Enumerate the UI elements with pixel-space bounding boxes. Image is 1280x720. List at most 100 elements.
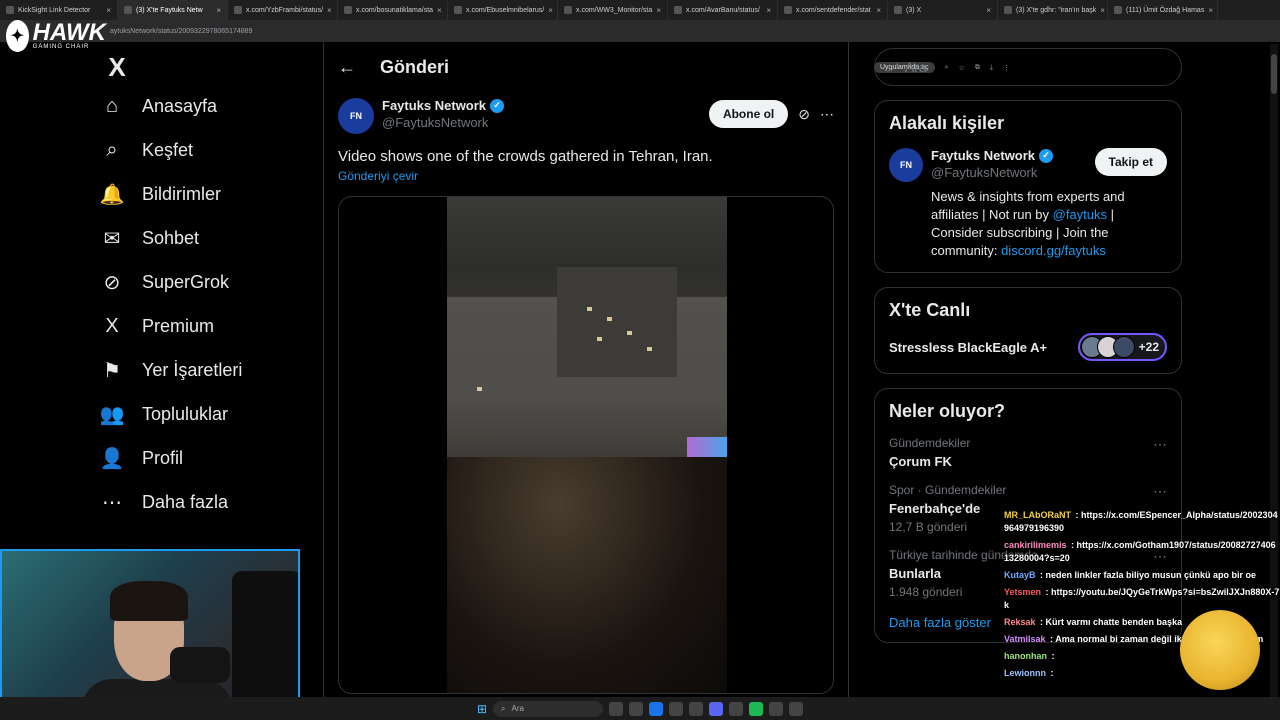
browser-tab[interactable]: (3) X × [888,0,998,20]
scrollbar-thumb[interactable] [1271,54,1277,94]
trend-topic[interactable]: Çorum FK [889,454,1167,469]
browser-tab[interactable]: x.com/sentdefender/stat × [778,0,888,20]
live-space-name[interactable]: Stressless BlackEagle A+ [889,340,1047,355]
nav-item-keşfet[interactable]: ⌕ Keşfet [96,128,320,172]
post-video[interactable] [338,196,834,694]
browser-tab-bar: KickSight Link Detector × (3) X'te Faytuks… [0,0,1280,20]
browser-tab[interactable]: (3) X'te Faytuks Netw × [118,0,228,20]
browser-tab[interactable]: x.com/WW3_Monitor/sta × [558,0,668,20]
nav-item-topluluklar[interactable]: 👥 Topluluklar [96,392,320,436]
search-icon: ⌕ [887,58,895,75]
nav-item-profil[interactable]: 👤 Profil [96,436,320,480]
browser-tab[interactable]: x.com/Ebuselmnibelarus/× [448,0,558,20]
tab-close-icon[interactable]: × [656,6,661,15]
taskbar-spotify-icon[interactable] [749,701,764,716]
browser-tab[interactable]: x.com/bosunatiklama/sta × [338,0,448,20]
tab-close-icon[interactable]: × [216,6,221,15]
chat-message: cankirilimemis : https://x.com/Gotham190… [1004,539,1280,565]
tab-close-icon[interactable]: × [986,6,991,15]
taskbar-app-icon[interactable] [629,701,644,716]
chat-username: Reksak [1004,617,1036,627]
chat-text: neden linkler fazla biliyo musun çünkü a… [1045,570,1257,580]
bio-discord-link[interactable]: discord.gg/faytuks [1001,243,1106,258]
nav-item-bildirimler[interactable]: 🔔 Bildirimler [96,172,320,216]
taskbar-app-icon[interactable] [789,701,804,716]
tab-close-icon[interactable]: × [437,6,442,15]
windows-start-icon[interactable]: ⊞ [477,702,487,716]
follow-button[interactable]: Takip et [1094,148,1167,176]
trends-title: Neler oluyor? [889,401,1006,421]
more-options-icon[interactable]: ⋯ [820,106,834,123]
bio-mention-link[interactable]: @faytuks [1053,207,1107,222]
webcam-hair [110,581,188,621]
live-listeners[interactable]: +22 [1077,333,1167,361]
video-frame[interactable] [447,197,727,693]
tab-close-icon[interactable]: × [1100,6,1105,15]
nav-item-daha-fazla[interactable]: ⋯ Daha fazla [96,480,320,524]
author-avatar[interactable]: FN [338,98,374,134]
tab-close-icon[interactable]: × [327,6,332,15]
author-display-name[interactable]: Faytuks Network [382,98,486,113]
taskbar-discord-icon[interactable] [709,701,724,716]
post-text: Video shows one of the crowds gathered i… [338,148,713,165]
chat-username: MR_LAbORaNT [1004,510,1071,520]
nav-item-anasayfa[interactable]: ⌂ Anasayfa [96,84,320,128]
live-card: X'te Canlı Stressless BlackEagle A+ +22 [874,287,1182,374]
browser-tab[interactable]: x.com/YzbFrambi/status/× [228,0,338,20]
tab-close-icon[interactable]: × [876,6,881,15]
taskbar-app-icon[interactable] [769,701,784,716]
nav-item-supergrok[interactable]: ⊘ SuperGrok [96,260,320,304]
live-space[interactable]: Stressless BlackEagle A+ +22 [889,333,1167,361]
more-options-icon[interactable]: ⋯ [1153,436,1167,453]
tab-close-icon[interactable]: × [766,6,771,15]
streamer-webcam [0,549,300,720]
author-handle[interactable]: @FaytuksNetwork [382,115,504,130]
tab-favicon-icon [784,6,792,14]
chat-username: Lewionnn [1004,668,1046,678]
chat-separator: : [1073,510,1081,520]
taskbar-app-icon[interactable] [609,701,624,716]
back-arrow-icon[interactable]: ← [338,57,356,78]
page-title: Gönderi [380,56,450,77]
url-text[interactable]: aytuksNetwork/status/2009322978065174889 [110,28,252,35]
tab-close-icon[interactable]: × [1208,6,1213,15]
tab-favicon-icon [894,6,902,14]
browser-tab[interactable]: (111) Ümit Özdağ Hamas × [1108,0,1218,20]
taskbar-search[interactable]: ⌕ Ara [493,700,604,717]
grok-icon: ⊘ [103,271,121,294]
more-options-icon[interactable]: ⋯ [1153,483,1167,500]
related-display-name[interactable]: Faytuks Network [931,148,1035,163]
tab-title: x.com/WW3_Monitor/sta [576,6,653,14]
search-placeholder[interactable]: Ara [905,59,927,75]
browser-tab[interactable]: (3) X'te gdhr: "iran'ın başk × [998,0,1108,20]
taskbar-app-icon[interactable] [729,701,744,716]
search-box[interactable]: ⌕ Ara [874,48,1182,86]
taskbar-app-icon[interactable] [689,701,704,716]
tab-favicon-icon [1114,6,1122,14]
x-logo-icon[interactable]: X [100,50,134,84]
nav-item-sohbet[interactable]: ✉ Sohbet [96,216,320,260]
tab-close-icon[interactable]: × [548,6,553,15]
subscribe-button[interactable]: Abone ol [708,100,789,128]
tab-title: (3) X'te gdhr: "iran'ın başk [1016,6,1097,14]
home-icon: ⌂ [105,94,119,117]
browser-tab[interactable]: x.com/AvarBanu/status/ × [668,0,778,20]
tab-title: (3) X'te Faytuks Netw [136,6,203,14]
nav-item-label: Keşfet [142,139,194,160]
related-person[interactable]: FN Faytuks Network ✓ @FaytuksNetwork Taki… [889,148,1167,182]
trend-item[interactable]: Gündemdekiler Çorum FK ⋯ [889,436,1167,469]
address-bar[interactable]: aytuksNetwork/status/2009322978065174889… [0,20,1280,73]
grok-icon[interactable]: ⊘ [798,106,810,123]
nav-item-premium[interactable]: X Premium [96,304,320,348]
browser-tab[interactable]: KickSight Link Detector × [0,0,118,20]
tab-title: x.com/YzbFrambi/status/ [246,6,324,14]
nav-item-yer-i-şaretleri[interactable]: ⚑ Yer İşaretleri [96,348,320,392]
taskbar-app-icon[interactable] [669,701,684,716]
related-handle[interactable]: @FaytuksNetwork [931,165,1053,180]
nav-item-label: Anasayfa [142,95,218,116]
tab-close-icon[interactable]: × [106,6,111,15]
taskbar-chrome-icon[interactable] [649,701,664,716]
tab-title: (111) Ümit Özdağ Hamas [1126,6,1205,14]
related-avatar[interactable]: FN [889,148,923,182]
translate-post-link[interactable]: Gönderiyi çevir [324,169,848,183]
